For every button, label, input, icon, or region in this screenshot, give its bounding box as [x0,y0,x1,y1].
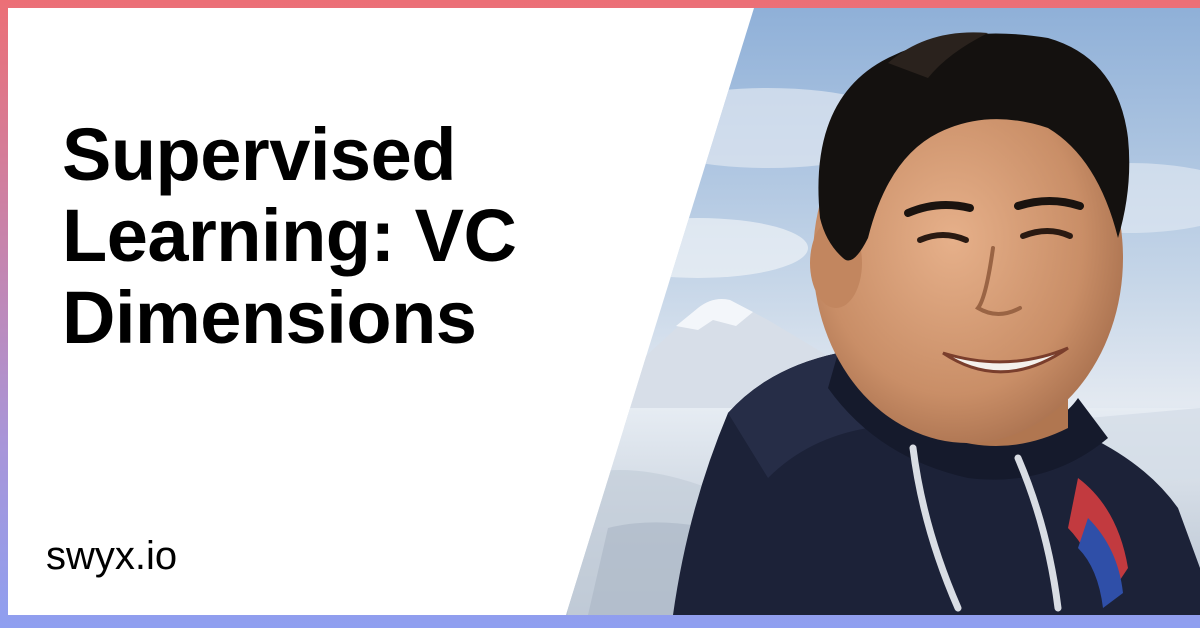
site-name[interactable]: swyx.io [46,534,177,579]
social-card-frame: Supervised Learning: VC Dimensions swyx.… [0,0,1200,628]
social-card: Supervised Learning: VC Dimensions swyx.… [8,8,1200,615]
post-title: Supervised Learning: VC Dimensions [62,113,517,359]
